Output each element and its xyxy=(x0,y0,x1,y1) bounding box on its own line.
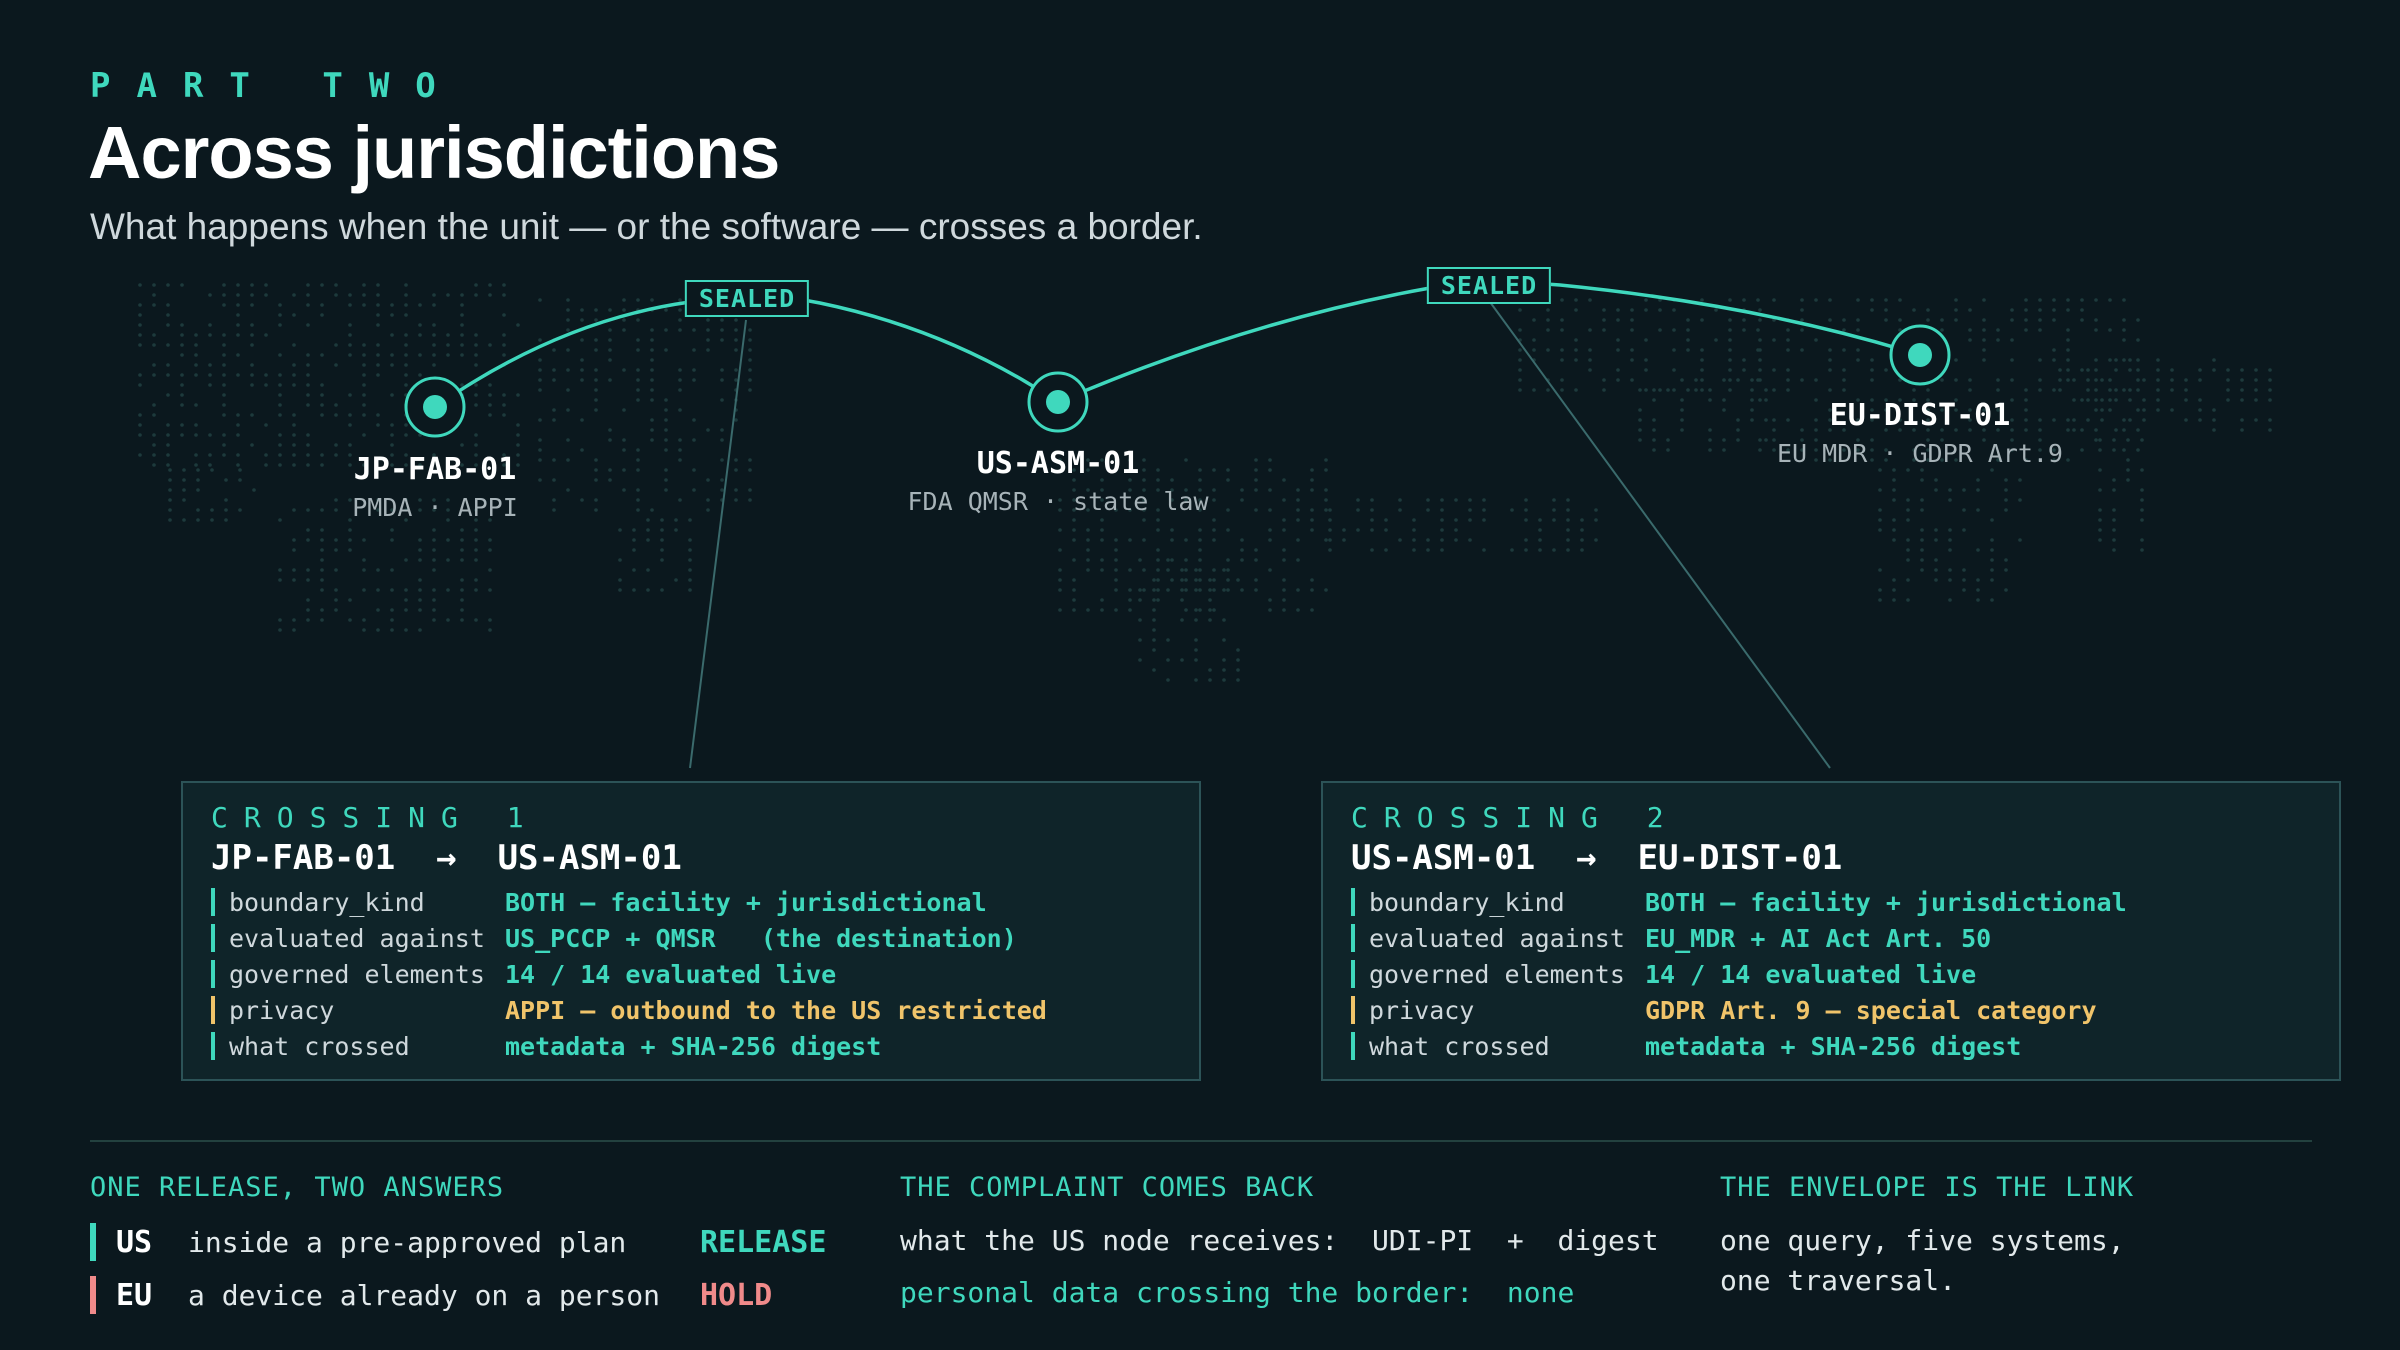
node-regulations: EU MDR · GDPR Art.9 xyxy=(1777,439,2063,468)
attribute-value: 14 / 14 evaluated live xyxy=(1645,959,1977,989)
attribute-value: EU_MDR + AI Act Art. 50 xyxy=(1645,923,1992,953)
attribute-value: metadata + SHA-256 digest xyxy=(1645,1031,2022,1061)
answer-bar xyxy=(90,1276,96,1314)
sealed-badge-1: SEALED xyxy=(684,280,810,317)
release-heading: ONE RELEASE, TWO ANSWERS xyxy=(90,1172,505,1203)
attribute-bar xyxy=(211,888,215,916)
attribute-row: privacy APPI — outbound to the US restric… xyxy=(211,992,1171,1028)
attribute-value: BOTH — facility + jurisdictional xyxy=(1645,887,2127,917)
crossing-eyebrow: CROSSING 1 xyxy=(211,801,540,834)
answer-row-eu: EU a device already on a person HOLD xyxy=(90,1275,772,1315)
node-marker-jp[interactable] xyxy=(404,376,466,438)
attribute-key: boundary_kind xyxy=(229,887,425,917)
attribute-key: evaluated against xyxy=(229,923,485,953)
attribute-value: GDPR Art. 9 — special category xyxy=(1645,995,2097,1025)
answer-code: EU xyxy=(116,1277,153,1313)
attribute-bar xyxy=(211,996,215,1024)
node-label-eu: EU-DIST-01 EU MDR · GDPR Art.9 xyxy=(1777,398,2063,468)
crossing-route: JP-FAB-01 → US-ASM-01 xyxy=(211,838,682,878)
node-id: EU-DIST-01 xyxy=(1829,398,2011,433)
envelope-line-1: one query, five systems, xyxy=(1720,1224,2125,1257)
node-marker-eu[interactable] xyxy=(1889,324,1951,386)
attribute-row: boundary_kind BOTH — facility + jurisdict… xyxy=(211,884,1171,920)
attribute-key: privacy xyxy=(229,995,335,1025)
answer-bar xyxy=(90,1223,96,1261)
attribute-row: evaluated against US_PCCP + QMSR (the des… xyxy=(211,920,1171,956)
envelope-line-2: one traversal. xyxy=(1720,1264,1957,1297)
sealed-badge-2: SEALED xyxy=(1426,267,1552,304)
crossing-card-1: CROSSING 1 JP-FAB-01 → US-ASM-01 boundar… xyxy=(181,781,1201,1081)
crossing-route: US-ASM-01 → EU-DIST-01 xyxy=(1351,838,1843,878)
attribute-bar xyxy=(1351,996,1355,1024)
node-regulations: PMDA · APPI xyxy=(352,493,518,522)
node-id: US-ASM-01 xyxy=(976,446,1140,481)
attribute-row: what crossed metadata + SHA-256 digest xyxy=(211,1028,1171,1064)
crossing-attributes: boundary_kind BOTH — facility + jurisdict… xyxy=(1351,884,2311,1064)
crossing-eyebrow: CROSSING 2 xyxy=(1351,801,1680,834)
attribute-row: governed elements 14 / 14 evaluated live xyxy=(1351,956,2311,992)
node-id: JP-FAB-01 xyxy=(353,452,517,487)
attribute-bar xyxy=(1351,888,1355,916)
attribute-key: governed elements xyxy=(229,959,485,989)
attribute-value: metadata + SHA-256 digest xyxy=(505,1031,882,1061)
attribute-bar xyxy=(211,960,215,988)
attribute-row: evaluated against EU_MDR + AI Act Art. 50 xyxy=(1351,920,2311,956)
attribute-bar xyxy=(1351,1032,1355,1060)
leader-line-crossing-2 xyxy=(1489,301,1831,769)
section-divider xyxy=(90,1140,2312,1142)
answer-description: inside a pre-approved plan xyxy=(188,1225,627,1259)
node-marker-us[interactable] xyxy=(1027,371,1089,433)
node-regulations: FDA QMSR · state law xyxy=(907,487,1209,516)
envelope-heading: THE ENVELOPE IS THE LINK xyxy=(1720,1172,2135,1203)
node-label-jp: JP-FAB-01 PMDA · APPI xyxy=(352,452,518,522)
attribute-key: governed elements xyxy=(1369,959,1625,989)
attribute-bar xyxy=(211,1032,215,1060)
attribute-value: 14 / 14 evaluated live xyxy=(505,959,837,989)
attribute-value: BOTH — facility + jurisdictional xyxy=(505,887,987,917)
attribute-bar xyxy=(1351,960,1355,988)
attribute-key: what crossed xyxy=(229,1031,410,1061)
attribute-key: evaluated against xyxy=(1369,923,1625,953)
answer-description: a device already on a person xyxy=(188,1278,661,1312)
route-map xyxy=(138,281,2272,769)
attribute-row: boundary_kind BOTH — facility + jurisdict… xyxy=(1351,884,2311,920)
attribute-value: US_PCCP + QMSR (the destination) xyxy=(505,923,1017,953)
answer-verdict: HOLD xyxy=(700,1277,773,1313)
attribute-bar xyxy=(211,924,215,952)
attribute-bar xyxy=(1351,924,1355,952)
attribute-row: privacy GDPR Art. 9 — special category xyxy=(1351,992,2311,1028)
node-label-us: US-ASM-01 FDA QMSR · state law xyxy=(907,446,1208,516)
attribute-key: privacy xyxy=(1369,995,1475,1025)
complaint-line-received: what the US node receives: UDI-PI + dige… xyxy=(900,1224,1659,1257)
answer-row-us: US inside a pre-approved plan RELEASE xyxy=(90,1222,826,1262)
leader-line-crossing-1 xyxy=(689,319,747,769)
answer-code: US xyxy=(116,1224,153,1260)
attribute-row: what crossed metadata + SHA-256 digest xyxy=(1351,1028,2311,1064)
attribute-key: boundary_kind xyxy=(1369,887,1565,917)
attribute-value: APPI — outbound to the US restricted xyxy=(505,995,1047,1025)
attribute-key: what crossed xyxy=(1369,1031,1550,1061)
complaint-line-personal-data: personal data crossing the border: none xyxy=(900,1276,1575,1309)
crossing-attributes: boundary_kind BOTH — facility + jurisdict… xyxy=(211,884,1171,1064)
crossing-card-2: CROSSING 2 US-ASM-01 → EU-DIST-01 bounda… xyxy=(1321,781,2341,1081)
attribute-row: governed elements 14 / 14 evaluated live xyxy=(211,956,1171,992)
answer-verdict: RELEASE xyxy=(700,1224,827,1260)
complaint-heading: THE COMPLAINT COMES BACK xyxy=(900,1172,1315,1203)
